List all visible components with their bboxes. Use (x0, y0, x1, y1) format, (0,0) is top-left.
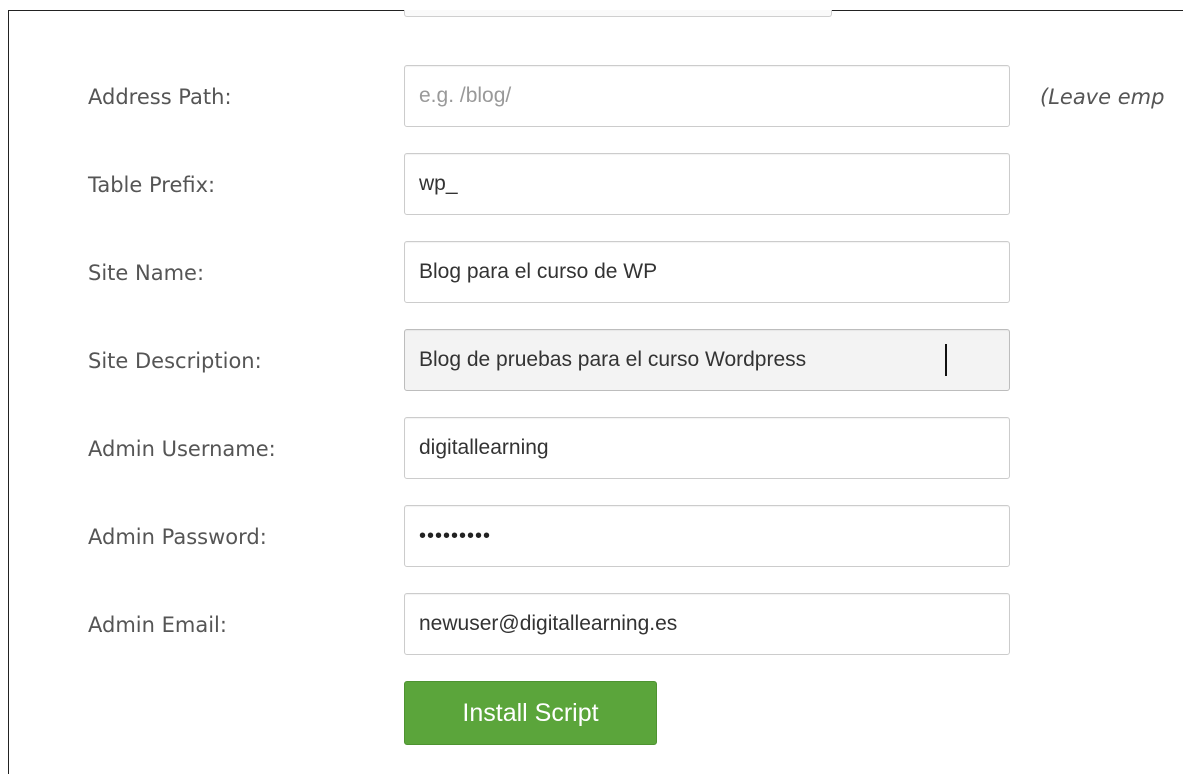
admin-password-row: Admin Password: (0, 505, 1183, 569)
admin-username-row: Admin Username: (0, 417, 1183, 481)
admin-email-row: Admin Email: (0, 593, 1183, 657)
admin-email-label: Admin Email: (88, 613, 227, 637)
address-path-row: Address Path: (Leave emp (0, 65, 1183, 129)
admin-password-input[interactable] (404, 505, 1010, 567)
address-path-input[interactable] (404, 65, 1010, 127)
site-description-input[interactable] (404, 329, 1010, 391)
site-name-row: Site Name: (0, 241, 1183, 305)
site-description-row: Site Description: (0, 329, 1183, 393)
site-description-label: Site Description: (88, 349, 262, 373)
admin-username-label: Admin Username: (88, 437, 276, 461)
admin-email-input[interactable] (404, 593, 1010, 655)
install-script-button[interactable]: Install Script (404, 681, 657, 745)
address-path-label: Address Path: (88, 85, 232, 109)
admin-username-input[interactable] (404, 417, 1010, 479)
text-caret (945, 344, 947, 376)
table-prefix-label: Table Prefix: (88, 173, 216, 197)
table-prefix-row: Table Prefix: (0, 153, 1183, 217)
previous-field-edge (404, 10, 832, 17)
admin-password-label: Admin Password: (88, 525, 267, 549)
site-name-label: Site Name: (88, 261, 205, 285)
site-name-input[interactable] (404, 241, 1010, 303)
table-prefix-input[interactable] (404, 153, 1010, 215)
address-path-hint: (Leave emp (1040, 85, 1165, 109)
